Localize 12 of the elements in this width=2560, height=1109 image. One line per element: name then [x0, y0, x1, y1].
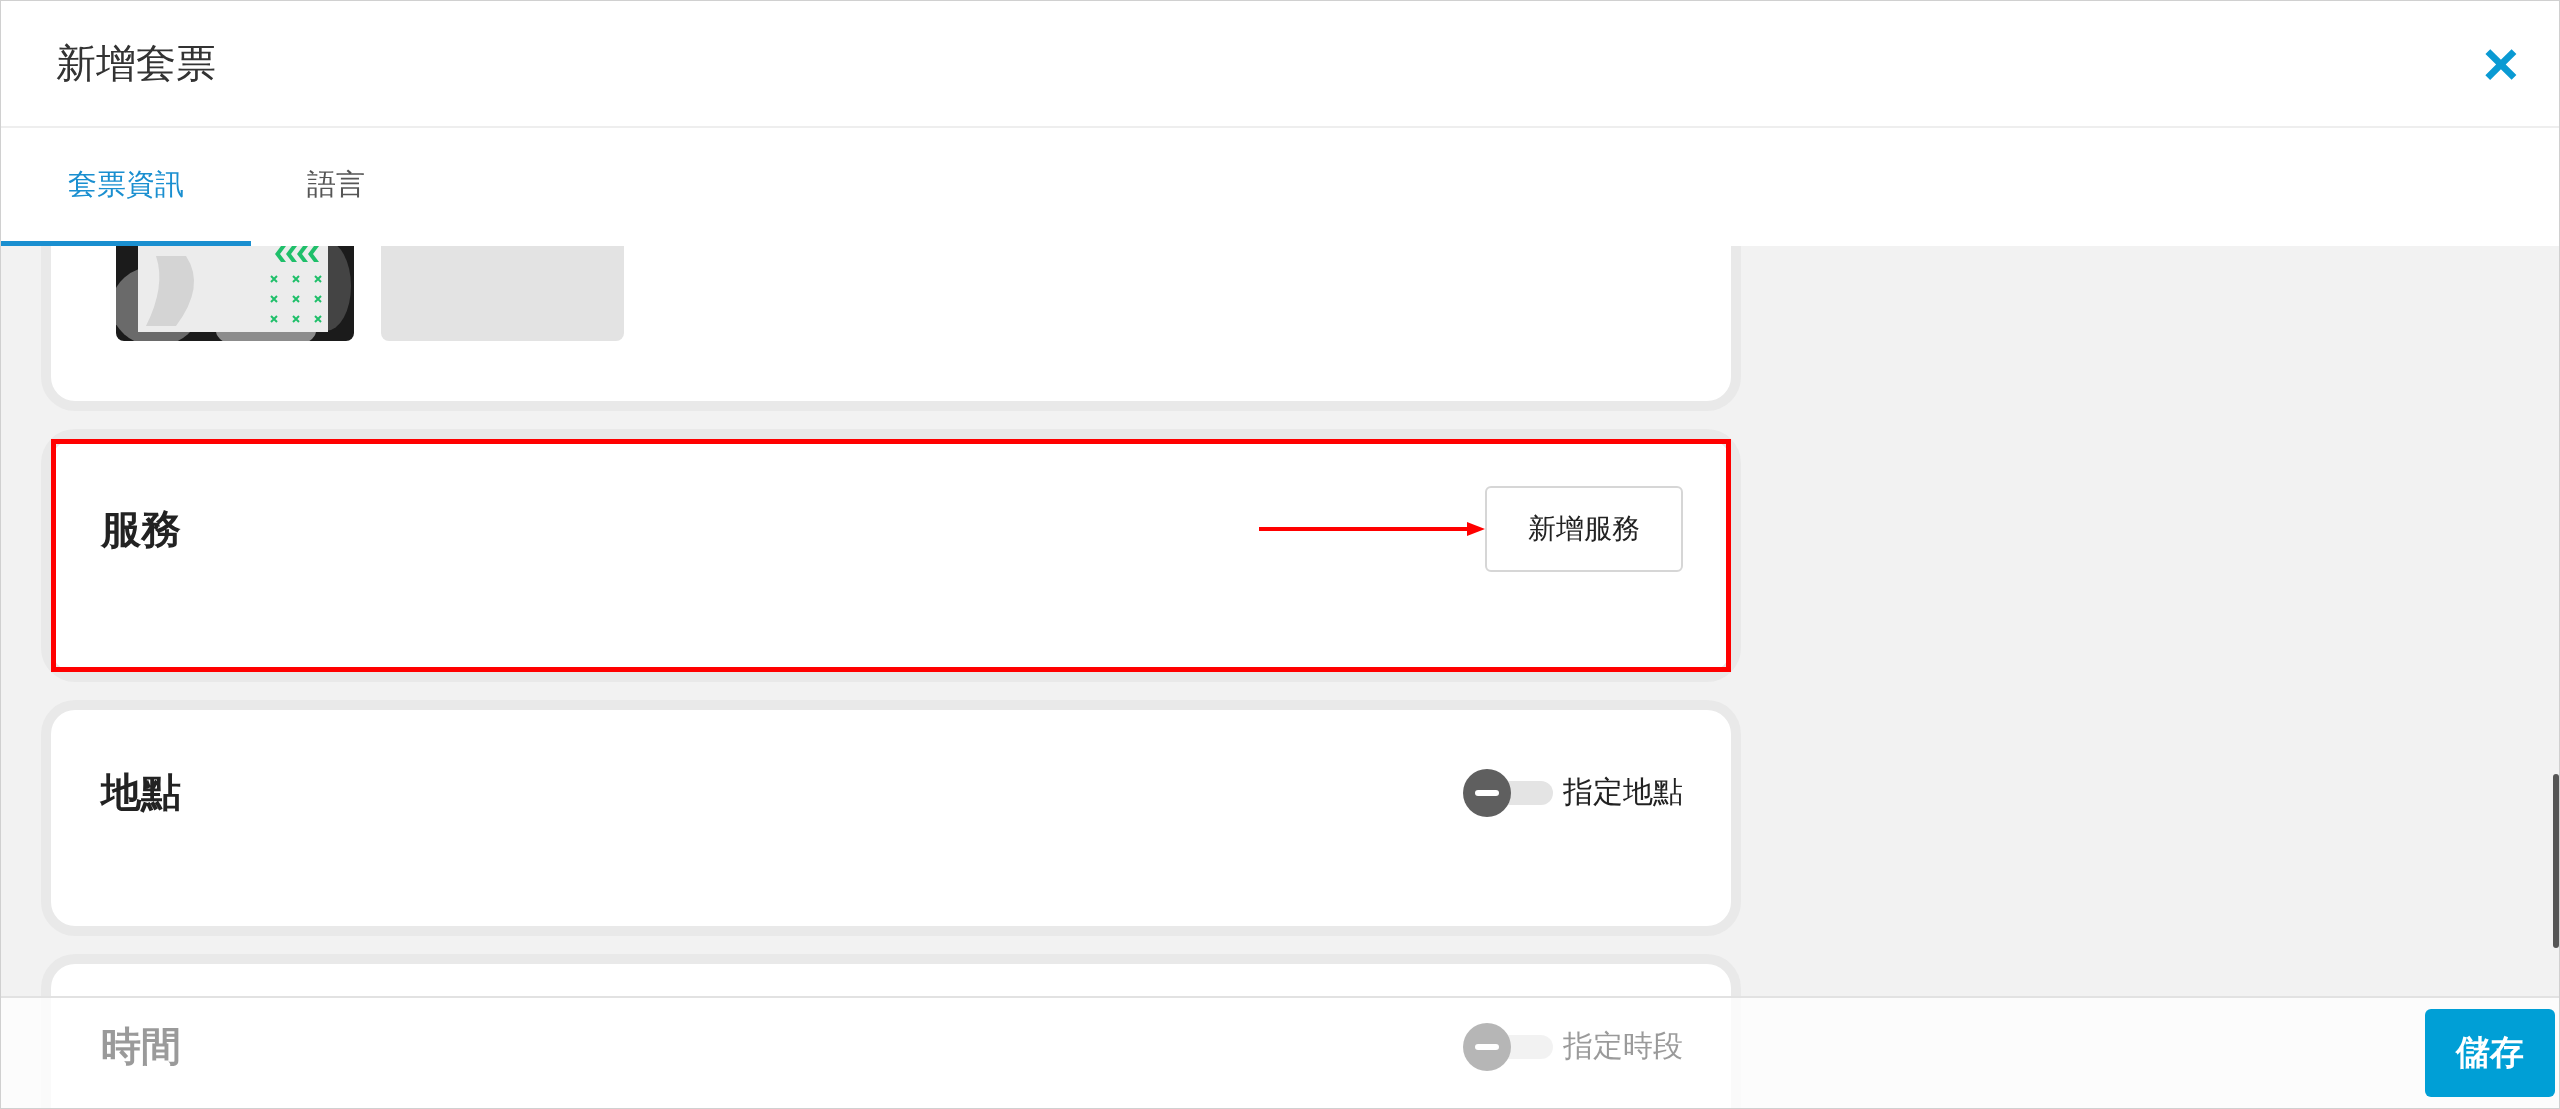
save-button[interactable]: 儲存	[2425, 1009, 2555, 1097]
scrollbar-thumb[interactable]	[2553, 774, 2559, 948]
section-title: 服務	[101, 504, 181, 554]
section-title: 時間	[101, 1022, 181, 1071]
toggle-switch[interactable]	[1463, 768, 1553, 817]
section-title: 地點	[101, 768, 181, 817]
toggle-label: 指定時段	[1563, 1027, 1683, 1065]
dialog-title: 新增套票	[56, 39, 216, 88]
tab[interactable]: 語言	[251, 128, 421, 246]
add-service-button[interactable]: 新增服務	[1485, 486, 1683, 572]
close-button[interactable]: ×	[2472, 32, 2529, 95]
toggle-label: 指定地點	[1563, 773, 1683, 811]
